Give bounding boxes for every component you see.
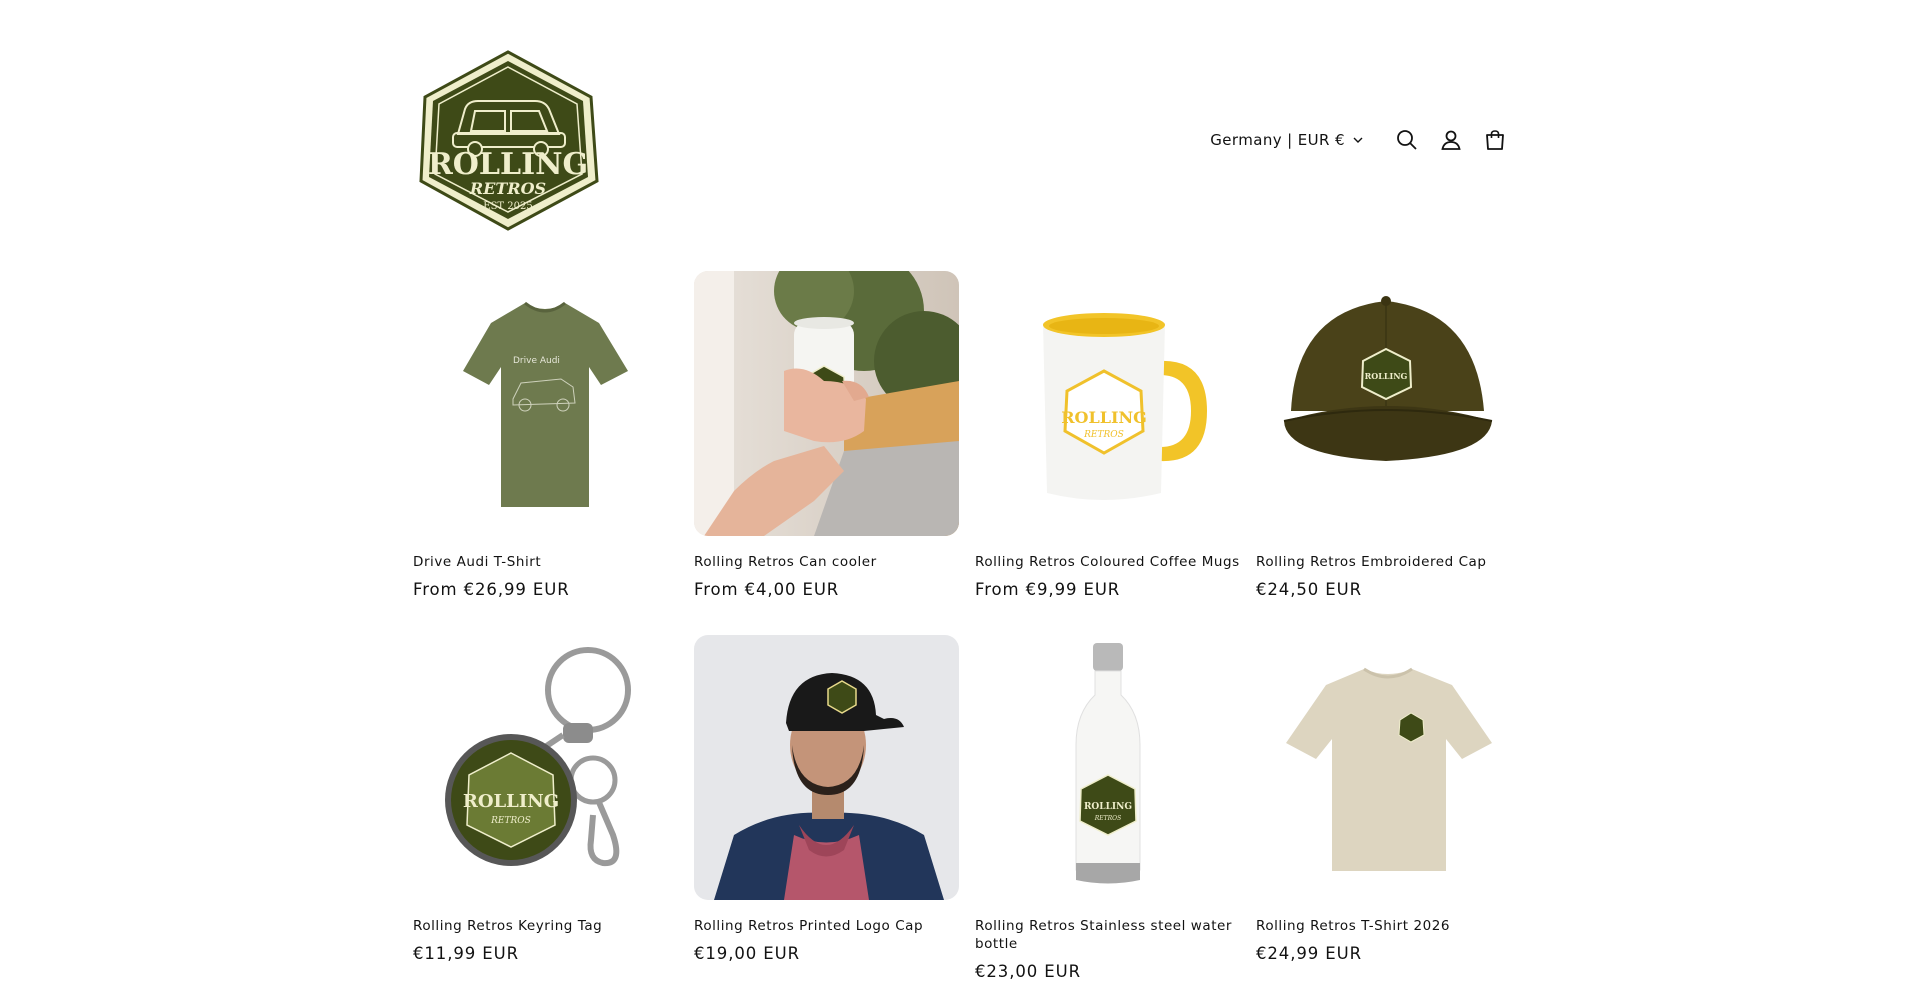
product-price: €24,50 EUR: [1256, 580, 1362, 599]
product-card-tshirt-2026[interactable]: Rolling Retros T-Shirt 2026 €24,99 EUR: [1256, 635, 1521, 963]
brand-logo[interactable]: ROLLING RETROS EST 2025: [413, 49, 603, 231]
product-image[interactable]: ROLLING RETROS: [975, 635, 1240, 900]
svg-text:RETROS: RETROS: [1083, 430, 1124, 440]
product-title[interactable]: Rolling Retros T-Shirt 2026: [1256, 917, 1521, 935]
svg-text:RETROS: RETROS: [490, 816, 531, 826]
product-image[interactable]: ROLLING RETROS: [975, 271, 1240, 536]
product-price: €19,00 EUR: [694, 944, 800, 963]
product-card-printed-logo-cap[interactable]: Rolling Retros Printed Logo Cap €19,00 E…: [694, 635, 959, 963]
svg-text:ROLLING: ROLLING: [1365, 371, 1408, 381]
cart-icon[interactable]: [1473, 118, 1517, 162]
country-currency-label: Germany | EUR €: [1210, 131, 1345, 149]
product-card-keyring-tag[interactable]: ROLLING RETROS Rolling Retros Keyring Ta…: [413, 635, 678, 963]
product-title[interactable]: Drive Audi T-Shirt: [413, 553, 678, 571]
product-image[interactable]: ROLLING: [694, 271, 959, 536]
product-price: €24,99 EUR: [1256, 944, 1362, 963]
product-price: €11,99 EUR: [413, 944, 519, 963]
svg-text:Drive Audi: Drive Audi: [513, 356, 560, 366]
product-card-can-cooler[interactable]: ROLLING Rolling Retros Can cooler From €…: [694, 271, 959, 599]
product-title[interactable]: Rolling Retros Stainless steel water bot…: [975, 917, 1240, 953]
header-tools: Germany | EUR €: [1210, 125, 1517, 155]
country-currency-selector[interactable]: Germany | EUR €: [1210, 131, 1363, 149]
product-image[interactable]: [1256, 635, 1521, 900]
product-image[interactable]: ROLLING RETROS: [413, 635, 678, 900]
svg-text:ROLLING: ROLLING: [428, 147, 588, 182]
product-price: €23,00 EUR: [975, 962, 1081, 981]
account-icon[interactable]: [1429, 118, 1473, 162]
product-card-drive-audi-tshirt[interactable]: Drive Audi Drive Audi T-Shirt From €26,9…: [413, 271, 678, 599]
product-image[interactable]: [694, 635, 959, 900]
product-card-embroidered-cap[interactable]: ROLLING Rolling Retros Embroidered Cap €…: [1256, 271, 1521, 599]
product-price: From €9,99 EUR: [975, 580, 1121, 599]
svg-text:EST 2025: EST 2025: [483, 201, 532, 212]
svg-text:RETROS: RETROS: [469, 179, 546, 198]
product-title[interactable]: Rolling Retros Keyring Tag: [413, 917, 678, 935]
svg-text:ROLLING: ROLLING: [1084, 802, 1132, 812]
product-title[interactable]: Rolling Retros Embroidered Cap: [1256, 553, 1521, 571]
product-price: From €4,00 EUR: [694, 580, 840, 599]
product-image[interactable]: ROLLING: [1256, 271, 1521, 536]
svg-text:ROLLING: ROLLING: [463, 791, 559, 812]
svg-text:ROLLING: ROLLING: [1061, 408, 1147, 427]
product-image[interactable]: Drive Audi: [413, 271, 678, 536]
chevron-down-icon: [1353, 137, 1363, 143]
product-title[interactable]: Rolling Retros Coloured Coffee Mugs: [975, 553, 1240, 571]
site-header: ROLLING RETROS EST 2025 Germany | EUR €: [413, 49, 1517, 231]
product-title[interactable]: Rolling Retros Printed Logo Cap: [694, 917, 959, 935]
svg-text:RETROS: RETROS: [1094, 815, 1121, 822]
search-icon[interactable]: [1385, 118, 1429, 162]
product-price: From €26,99 EUR: [413, 580, 570, 599]
product-title[interactable]: Rolling Retros Can cooler: [694, 553, 959, 571]
product-card-water-bottle[interactable]: ROLLING RETROS Rolling Retros Stainless …: [975, 635, 1240, 981]
product-card-coffee-mugs[interactable]: ROLLING RETROS Rolling Retros Coloured C…: [975, 271, 1240, 599]
